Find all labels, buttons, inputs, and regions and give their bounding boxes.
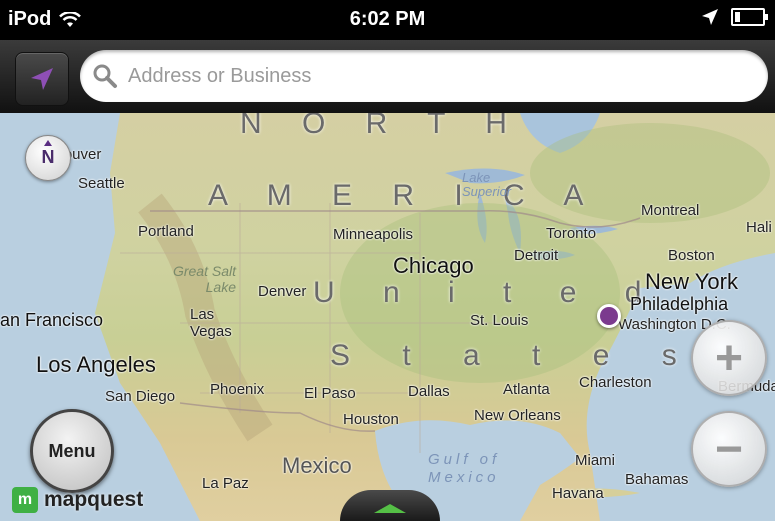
map-label-san-diego: San Diego: [105, 388, 176, 405]
map-label-great-salt-lake: Great Salt Lake: [172, 263, 236, 295]
map-label-portland: Portland: [138, 223, 194, 240]
mapquest-logo: m mapquest: [12, 487, 143, 513]
status-bar: iPod 6:02 PM: [0, 0, 775, 40]
map-label-states: S t a t e s: [330, 339, 699, 372]
status-time: 6:02 PM: [349, 8, 426, 30]
map-label-halifax: Hali: [746, 219, 772, 236]
mapquest-logo-mark: m: [12, 487, 38, 513]
current-location-marker[interactable]: [597, 304, 621, 328]
map-label-charleston: Charleston: [579, 374, 652, 391]
map-label-st-louis: St. Louis: [470, 312, 529, 329]
status-bar-right: [701, 8, 768, 26]
map-label-seattle: Seattle: [78, 175, 125, 192]
bottom-drawer-handle[interactable]: [340, 490, 440, 521]
zoom-out-button[interactable]: −: [691, 411, 767, 487]
search-bar: [0, 40, 775, 113]
map-label-atlanta: Atlanta: [503, 381, 550, 398]
map-label-philadelphia: Philadelphia: [630, 294, 729, 314]
location-services-icon: [702, 9, 718, 25]
map-label-detroit: Detroit: [514, 247, 559, 264]
compass-north-label: N: [41, 147, 55, 167]
map-label-gulf: Gulf of Mexico: [428, 451, 501, 486]
map-view[interactable]: N O R T H A M E R I C A U n i t e d S t …: [0, 113, 775, 521]
map-label-phoenix: Phoenix: [210, 381, 265, 398]
zoom-in-button[interactable]: +: [691, 320, 767, 396]
current-location-button[interactable]: [15, 52, 69, 106]
map-label-new-orleans: New Orleans: [474, 407, 561, 424]
map-label-toronto: Toronto: [546, 225, 597, 242]
map-label-san-francisco: an Francisco: [0, 310, 104, 330]
map-label-lake-superior: Lake Superior: [462, 170, 512, 199]
battery-icon: [731, 8, 768, 26]
search-input[interactable]: [126, 63, 730, 89]
compass-north-button[interactable]: N: [25, 135, 71, 181]
location-arrow-icon: [31, 68, 53, 90]
map-label-chicago: Chicago: [393, 253, 474, 278]
map-label-los-angeles: Los Angeles: [36, 352, 156, 377]
map-label-mexico: Mexico: [282, 453, 352, 478]
map-label-las-vegas: Las Vegas: [190, 306, 232, 340]
map-label-montreal: Montreal: [641, 202, 700, 219]
map-label-miami: Miami: [575, 452, 615, 469]
map-label-dallas: Dallas: [408, 383, 450, 400]
map-label-bahamas: Bahamas: [625, 471, 689, 488]
map-label-denver: Denver: [258, 283, 307, 300]
map-label-houston: Houston: [343, 411, 399, 428]
map-label-minneapolis: Minneapolis: [333, 226, 414, 243]
map-label-la-paz: La Paz: [202, 475, 249, 492]
mapquest-logo-text: mapquest: [44, 488, 144, 511]
map-label-north: N O R T H: [240, 113, 523, 140]
menu-button[interactable]: Menu: [30, 409, 114, 493]
map-label-boston: Boston: [668, 247, 715, 264]
map-label-new-york: New York: [645, 269, 738, 294]
search-field[interactable]: [80, 50, 768, 102]
search-icon: [93, 64, 117, 88]
map-label-havana: Havana: [552, 485, 604, 502]
map-label-el-paso: El Paso: [304, 385, 356, 402]
